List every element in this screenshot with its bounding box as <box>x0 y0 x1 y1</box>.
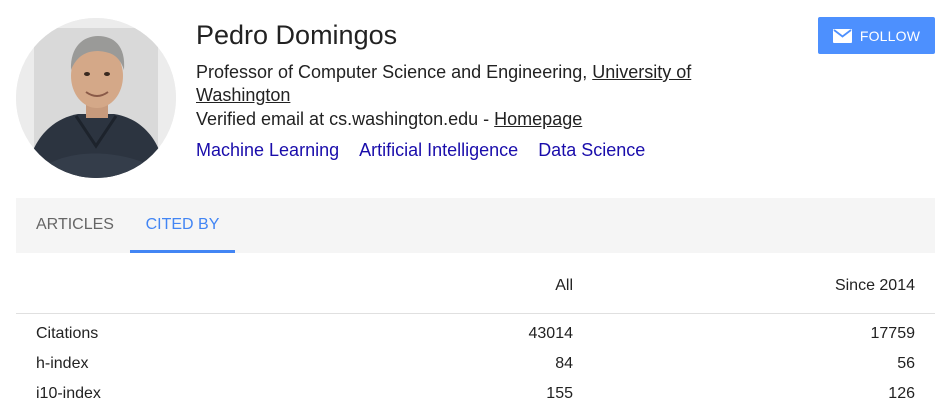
profile-email: Verified email at cs.washington.edu - Ho… <box>196 108 582 131</box>
person-photo-icon <box>16 18 176 178</box>
envelope-icon <box>832 28 852 43</box>
homepage-link[interactable]: Homepage <box>494 109 582 129</box>
interest-link-artificial-intelligence[interactable]: Artificial Intelligence <box>359 140 518 160</box>
research-interests: Machine Learning Artificial Intelligence D… <box>196 139 665 162</box>
interest-link-data-science[interactable]: Data Science <box>538 140 645 160</box>
header-all: All <box>336 260 573 314</box>
citation-table: All Since 2014 Citations 43014 17759 h-i… <box>16 260 935 409</box>
follow-button[interactable]: FOLLOW <box>818 17 935 54</box>
row-all-value: 84 <box>555 355 573 372</box>
row-since-value: 56 <box>897 355 915 372</box>
row-all-value: 155 <box>546 385 573 402</box>
profile-photo <box>16 18 176 178</box>
interest-link-machine-learning[interactable]: Machine Learning <box>196 140 339 160</box>
row-since-value: 126 <box>888 385 915 402</box>
tab-articles[interactable]: ARTICLES <box>36 198 114 253</box>
row-all-value: 43014 <box>528 325 574 343</box>
row-label: i10-index <box>36 385 101 402</box>
table-row: Citations 43014 17759 <box>16 313 935 349</box>
tab-bar: ARTICLES CITED BY <box>16 198 935 253</box>
table-row: i10-index 155 126 <box>16 379 935 409</box>
header-metric <box>16 260 336 314</box>
follow-button-label: FOLLOW <box>859 27 921 44</box>
table-row: h-index 84 56 <box>16 349 935 379</box>
header-since: Since 2014 <box>573 260 935 314</box>
tab-cited-by[interactable]: CITED BY <box>130 198 235 253</box>
row-since-value: 17759 <box>870 325 916 343</box>
affiliation-text: Professor of Computer Science and Engine… <box>196 62 593 82</box>
profile-name: Pedro Domingos <box>196 20 398 50</box>
profile-affiliation: Professor of Computer Science and Engine… <box>196 61 736 107</box>
email-text: Verified email at cs.washington.edu - <box>196 109 495 129</box>
row-label: h-index <box>36 355 89 372</box>
row-label: Citations <box>36 325 99 343</box>
citation-header-row: All Since 2014 <box>16 260 935 314</box>
